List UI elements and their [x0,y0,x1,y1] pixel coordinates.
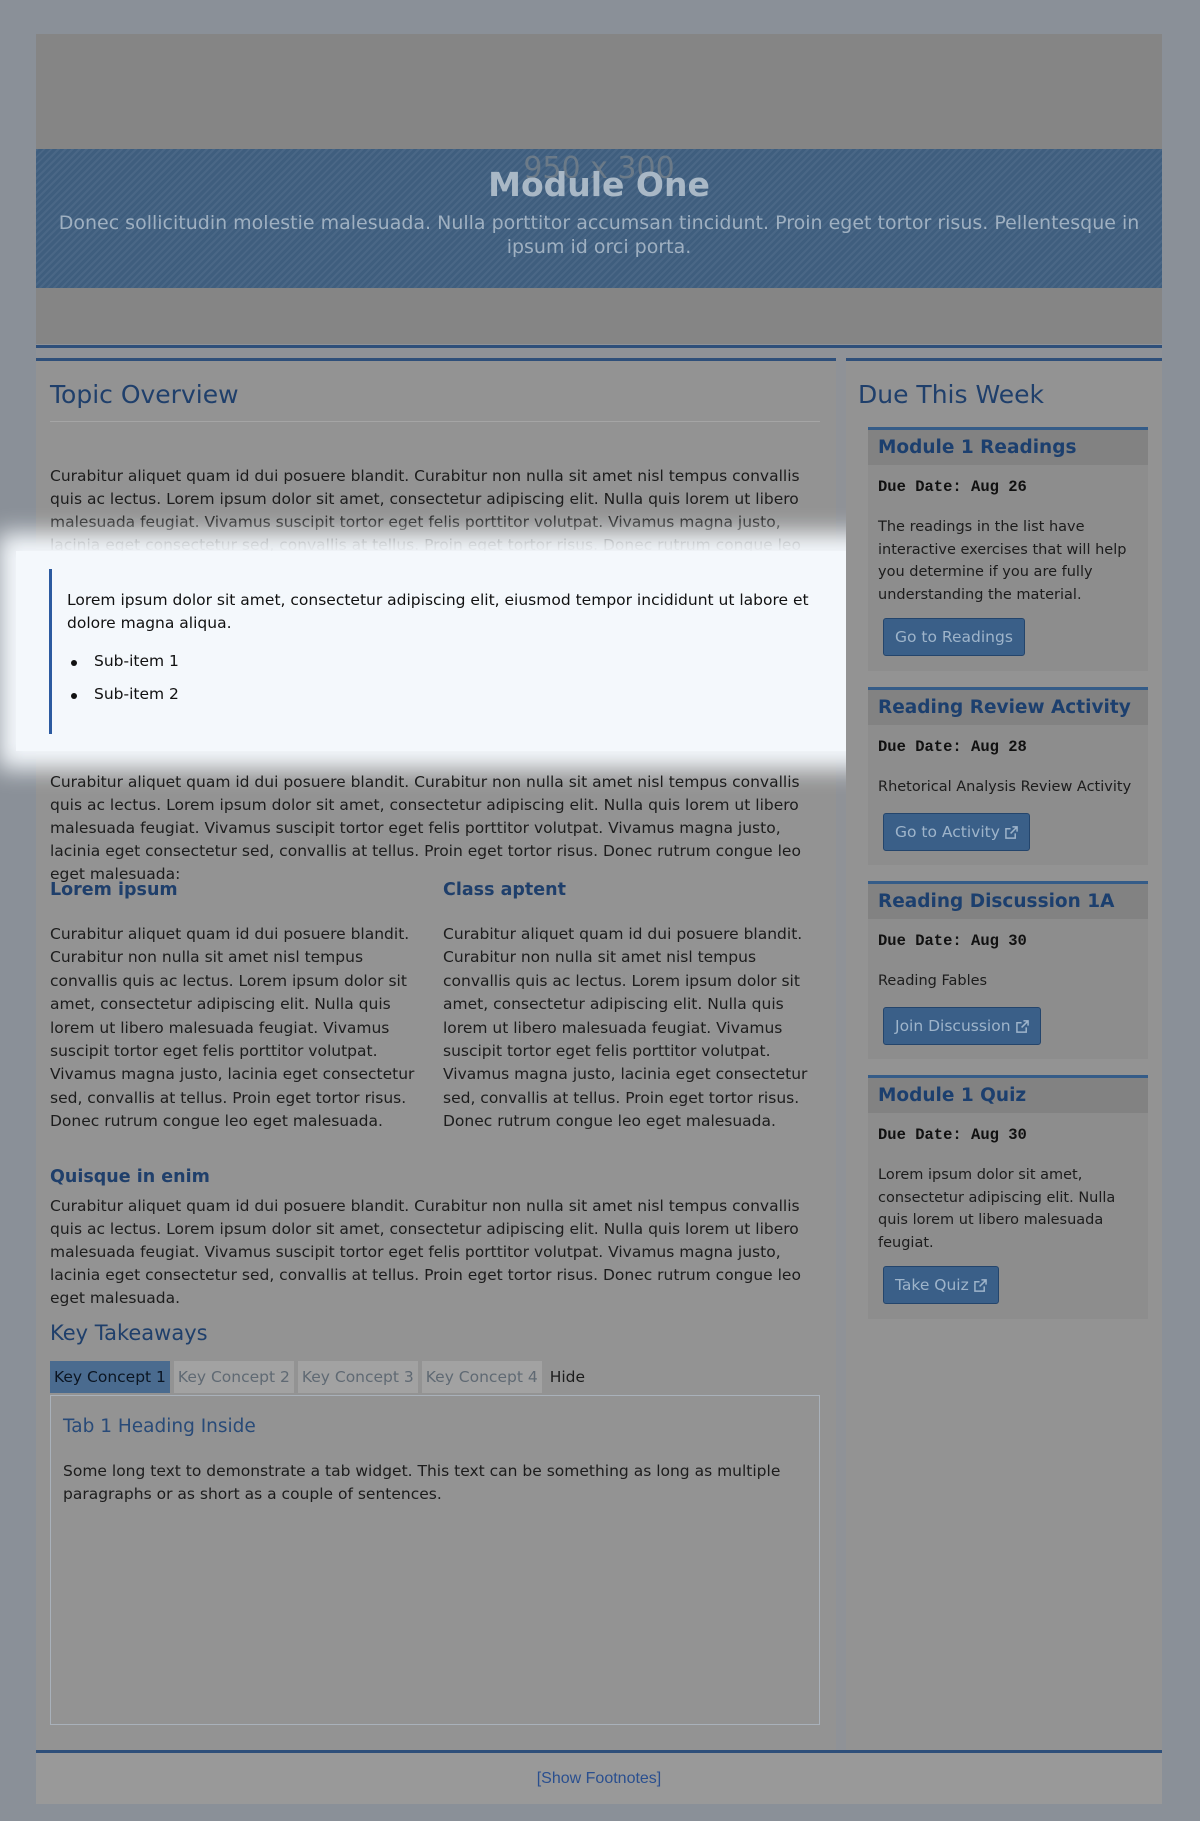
footer: [Show Footnotes] [36,1753,1162,1804]
topic-overview-heading: Topic Overview [50,380,239,409]
join-discussion-button[interactable]: Join Discussion [883,1007,1041,1045]
due-card-description: Rhetorical Analysis Review Activity [878,779,1132,795]
tab-list: Key Concept 1 Key Concept 2 Key Concept … [50,1361,589,1393]
external-link-icon [1005,825,1018,839]
due-card-description: Reading Fables [878,973,988,989]
due-card-description: Lorem ipsum dolor sit amet, consectetur … [878,1167,1116,1251]
due-card-review-activity: Reading Review Activity Due Date: Aug 28… [868,687,1148,865]
due-this-week-heading: Due This Week [858,380,1044,409]
page: 950 x 300 Module One Donec sollicitudin … [16,34,1162,1804]
due-date: Due Date: Aug 26 [878,478,1027,496]
sidebar: Due This Week Module 1 Readings Due Date… [846,358,1162,1776]
external-link-icon [973,1278,987,1292]
show-footnotes-link[interactable]: [Show Footnotes] [537,1770,662,1787]
button-label: Join Discussion [895,1017,1011,1035]
tab-hide[interactable]: Hide [546,1361,589,1393]
callout-list: Sub-item 1 Sub-item 2 [67,652,179,718]
tab-panel: Tab 1 Heading Inside Some long text to d… [50,1395,820,1725]
tab-key-concept-4[interactable]: Key Concept 4 [421,1361,542,1393]
due-card-readings: Module 1 Readings Due Date: Aug 26 The r… [868,427,1148,671]
callout-box: Lorem ipsum dolor sit amet, consectetur … [16,551,856,751]
topic-paragraph-2: Curabitur aliquet quam id dui posuere bl… [50,773,801,883]
tab-panel-text: Some long text to demonstrate a tab widg… [63,1462,781,1504]
callout-text: Lorem ipsum dolor sit amet, consectetur … [67,591,809,632]
due-card-title: Reading Discussion 1A [868,884,1148,919]
column-right-text: Curabitur aliquet quam id dui posuere bl… [443,925,808,1131]
tab-key-concept-2[interactable]: Key Concept 2 [173,1361,294,1393]
button-label: Take Quiz [895,1276,969,1294]
column-left-text: Curabitur aliquet quam id dui posuere bl… [50,925,415,1131]
due-card-quiz: Module 1 Quiz Due Date: Aug 30 Lorem ips… [868,1075,1148,1319]
due-card-description: The readings in the list have interactiv… [878,519,1127,603]
list-item: Sub-item 2 [67,685,179,718]
tab-key-concept-3[interactable]: Key Concept 3 [297,1361,418,1393]
key-takeaways-heading: Key Takeaways [50,1321,208,1345]
column-left-heading: Lorem ipsum [50,880,178,900]
tab-panel-heading: Tab 1 Heading Inside [63,1416,256,1437]
tab-key-concept-1[interactable]: Key Concept 1 [50,1361,170,1393]
go-to-readings-button[interactable]: Go to Readings [883,618,1025,656]
main-content: Topic Overview Curabitur aliquet quam id… [16,358,856,1776]
topic-paragraph-3: Curabitur aliquet quam id dui posuere bl… [50,1197,801,1307]
take-quiz-button[interactable]: Take Quiz [883,1266,999,1304]
due-card-title: Reading Review Activity [868,690,1148,725]
due-card-discussion: Reading Discussion 1A Due Date: Aug 30 R… [868,881,1148,1059]
callout-blockquote: Lorem ipsum dolor sit amet, consectetur … [49,569,839,734]
due-card-title: Module 1 Quiz [868,1078,1148,1113]
list-item: Sub-item 1 [67,652,179,685]
due-date: Due Date: Aug 30 [878,932,1027,950]
button-label: Go to Readings [895,628,1013,646]
heading-divider [50,421,820,422]
page-subtitle: Donec sollicitudin molestie malesuada. N… [58,212,1140,258]
quisque-heading: Quisque in enim [50,1167,210,1187]
due-date: Due Date: Aug 30 [878,1126,1027,1144]
banner-divider [36,345,1162,348]
column-right-heading: Class aptent [443,880,566,900]
go-to-activity-button[interactable]: Go to Activity [883,813,1030,851]
due-card-title: Module 1 Readings [868,430,1148,465]
banner: 950 x 300 Module One Donec sollicitudin … [36,34,1162,344]
banner-stripe: 950 x 300 Module One Donec sollicitudin … [36,149,1162,288]
button-label: Go to Activity [895,823,1000,841]
external-link-icon [1015,1019,1029,1033]
page-title: Module One [488,165,710,204]
due-date: Due Date: Aug 28 [878,738,1027,756]
